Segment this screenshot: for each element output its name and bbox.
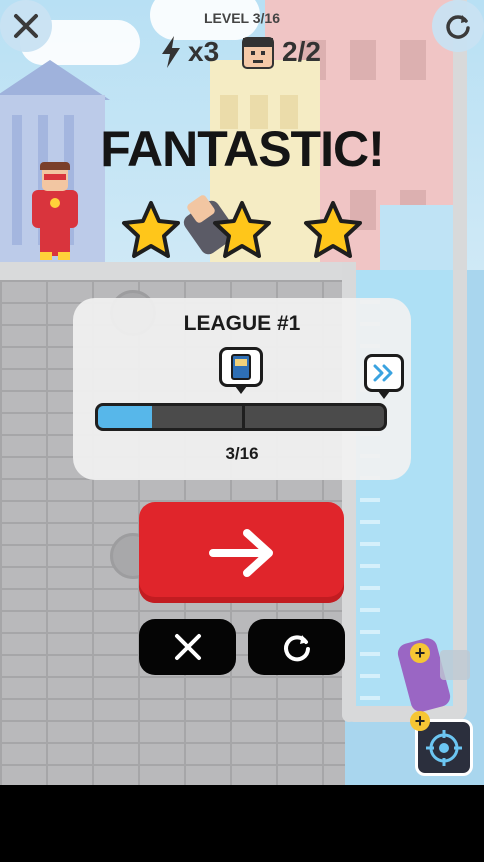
progress-marker bbox=[242, 406, 245, 428]
close-button[interactable] bbox=[0, 0, 52, 52]
crosshair-icon bbox=[426, 729, 462, 766]
progress-fill bbox=[98, 406, 152, 428]
star-icon bbox=[302, 200, 364, 265]
restart-button[interactable] bbox=[432, 0, 484, 52]
hero-emblem bbox=[50, 198, 60, 208]
game-scene: LEVEL 3/16 x3 2/2 FANTASTIC! LEAGUE #1 3… bbox=[0, 0, 484, 785]
retry-button[interactable] bbox=[248, 619, 345, 675]
x-icon bbox=[174, 634, 201, 660]
book-icon bbox=[231, 354, 251, 380]
bank-roof bbox=[0, 60, 110, 100]
next-level-button[interactable] bbox=[139, 502, 344, 603]
plus-icon[interactable]: + bbox=[410, 643, 430, 663]
league-progress-text: 3/16 bbox=[225, 444, 259, 463]
star-icon bbox=[211, 200, 273, 265]
building-window bbox=[400, 40, 426, 80]
pipe bbox=[453, 0, 467, 712]
hero-boot bbox=[40, 252, 52, 260]
dismiss-button[interactable] bbox=[139, 619, 236, 675]
reward-badge bbox=[219, 347, 263, 387]
retry-icon bbox=[283, 635, 310, 662]
double-chevron-icon bbox=[373, 364, 393, 382]
league-progress-bar bbox=[95, 403, 387, 431]
result-title: FANTASTIC! bbox=[100, 121, 384, 177]
badge-pointer bbox=[235, 386, 247, 394]
enemy-face-icon bbox=[240, 35, 276, 69]
star-icon bbox=[120, 200, 182, 265]
level-indicator: LEVEL 3/16 bbox=[203, 10, 280, 26]
close-icon bbox=[14, 14, 38, 38]
plus-icon[interactable]: + bbox=[410, 711, 430, 731]
skip-badge bbox=[364, 354, 404, 392]
hero-boot bbox=[58, 252, 70, 260]
lightning-icon bbox=[158, 34, 184, 70]
targets-count: 2/2 bbox=[282, 36, 321, 67]
hero-body bbox=[32, 190, 78, 228]
energy-count: x3 bbox=[188, 36, 220, 67]
restart-icon bbox=[446, 15, 470, 39]
building-window bbox=[350, 40, 376, 80]
league-title: LEAGUE #1 bbox=[183, 312, 301, 335]
villain-ghost bbox=[440, 650, 470, 680]
badge-pointer bbox=[378, 391, 390, 399]
arrow-right-icon bbox=[208, 528, 273, 577]
